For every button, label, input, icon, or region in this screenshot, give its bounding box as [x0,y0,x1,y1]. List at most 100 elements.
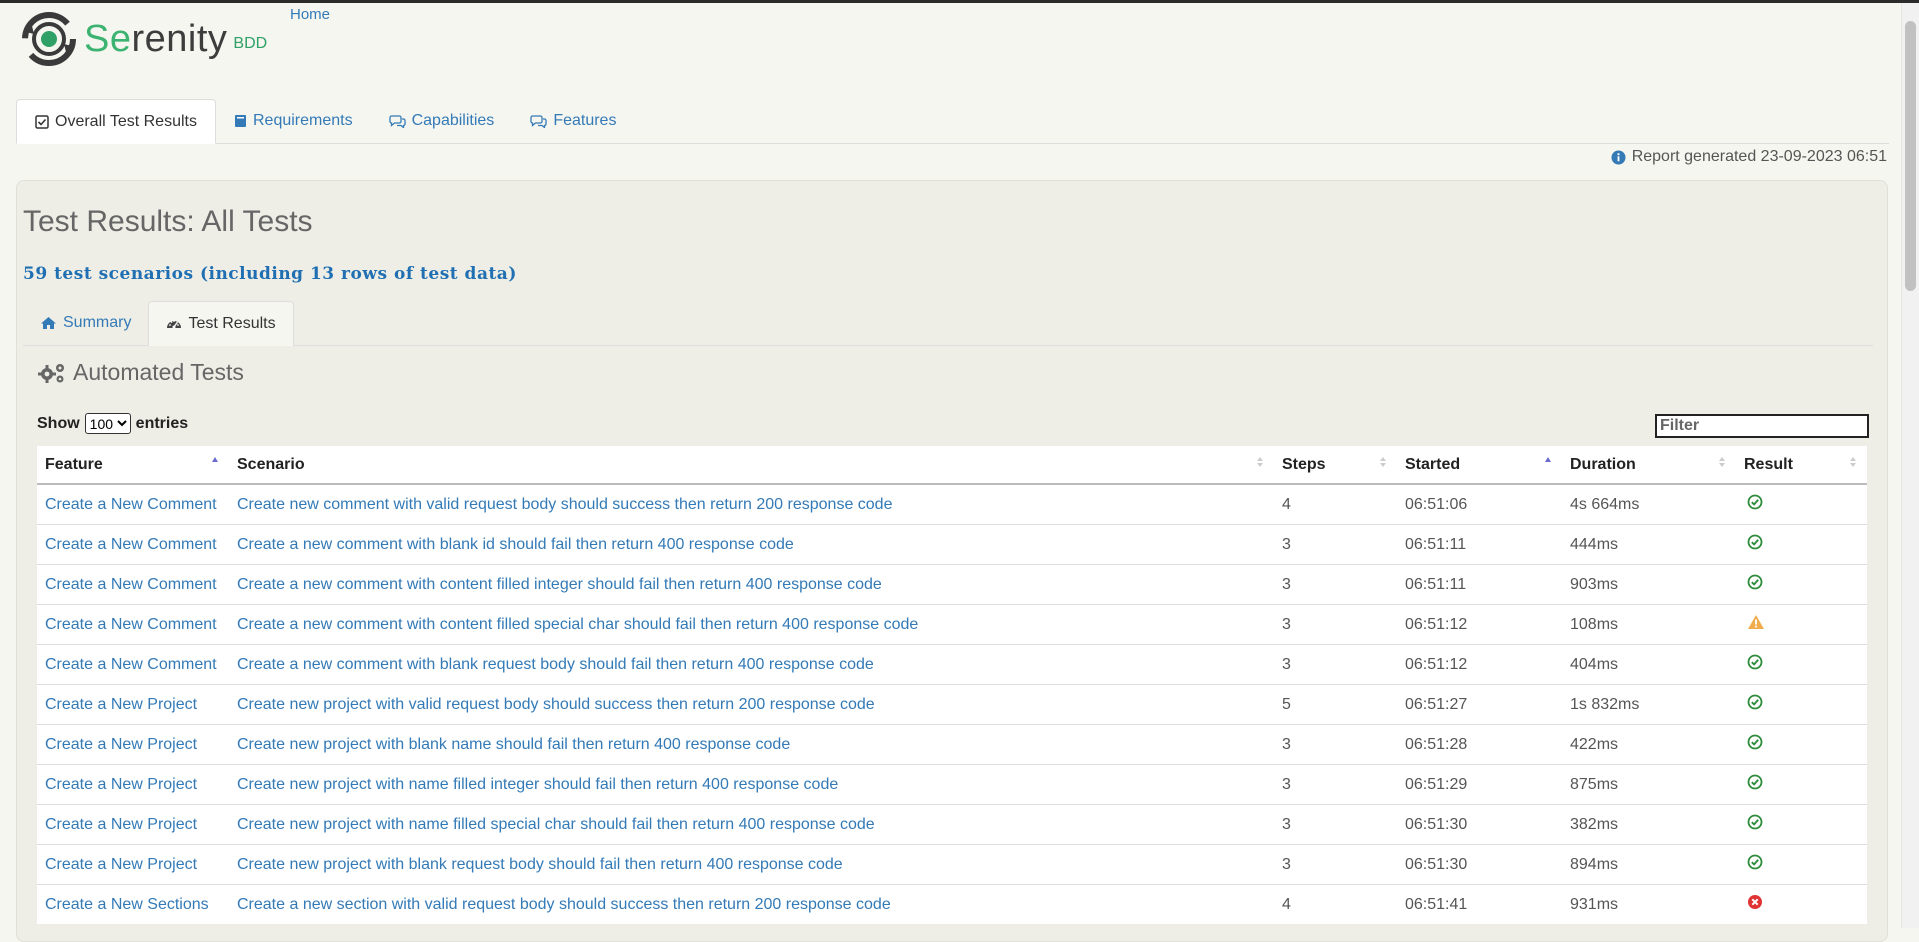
logo-suffix: BDD [233,35,268,52]
table-row: Create a New Comment Create a new comment… [37,644,1867,685]
report-generated: Report generated 23-09-2023 06:51 [1611,148,1887,166]
breadcrumb-home-link[interactable]: Home [290,6,330,23]
filter-input[interactable] [1655,414,1869,438]
result-success-icon [1747,734,1763,750]
feature-link[interactable]: Create a New Project [45,736,197,753]
cell-duration: 903ms [1562,564,1736,605]
table-row: Create a New Project Create new project w… [37,724,1867,765]
cell-scenario: Create a new comment with blank request … [229,644,1274,685]
sort-asc-icon [211,456,219,464]
cell-feature: Create a New Project [37,804,229,845]
cell-started: 06:51:28 [1397,724,1562,765]
column-header-scenario[interactable]: Scenario [229,446,1274,485]
feature-link[interactable]: Create a New Project [45,816,197,833]
tab-summary[interactable]: Summary [23,301,148,345]
cell-result [1736,684,1867,725]
scenario-link[interactable]: Create a new comment with blank id shoul… [237,536,794,553]
scenario-link[interactable]: Create a new comment with content filled… [237,576,882,593]
feature-link[interactable]: Create a New Sections [45,896,209,913]
tab-label: Capabilities [411,112,495,129]
sort-asc-icon [1544,456,1552,464]
entries-select[interactable]: 100 [84,413,131,434]
result-success-icon [1747,534,1763,550]
column-header-started[interactable]: Started [1397,446,1562,485]
tab-requirements[interactable]: Requirements [216,99,371,143]
entries-label: entries [135,414,189,432]
scenario-link[interactable]: Create a new comment with content filled… [237,616,918,633]
cell-feature: Create a New Project [37,684,229,725]
table-row: Create a New Comment Create a new comment… [37,604,1867,645]
gears-icon [37,361,67,385]
serenity-logo-icon [22,12,76,66]
scenario-link[interactable]: Create a new comment with blank request … [237,656,874,673]
scrollbar-thumb[interactable] [1905,21,1916,291]
tab-label: Test Results [188,314,276,332]
dashboard-icon [166,317,182,331]
cell-result [1736,764,1867,805]
show-entries: Show 100 entries [37,413,188,434]
scenario-link[interactable]: Create new project with valid request bo… [237,696,875,713]
feature-link[interactable]: Create a New Comment [45,496,217,513]
result-success-icon [1747,494,1763,510]
cell-steps: 3 [1274,764,1397,805]
cell-result [1736,524,1867,565]
feature-link[interactable]: Create a New Comment [45,656,217,673]
cell-scenario: Create a new comment with blank id shoul… [229,524,1274,565]
cell-duration: 1s 832ms [1562,684,1736,725]
scenario-link[interactable]: Create a new section with valid request … [237,896,891,913]
result-success-icon [1747,654,1763,670]
tab-capabilities[interactable]: Capabilities [371,99,513,143]
feature-link[interactable]: Create a New Project [45,696,197,713]
scenario-link[interactable]: Create new project with name filled spec… [237,816,875,833]
results-table-body: Create a New Comment Create new comment w… [37,484,1867,924]
tab-overall-test-results[interactable]: Overall Test Results [16,99,216,144]
tab-label: Overall Test Results [55,112,197,130]
cell-result [1736,564,1867,605]
cell-steps: 3 [1274,604,1397,645]
cell-started: 06:51:11 [1397,524,1562,565]
column-header-feature[interactable]: Feature [37,446,229,485]
cell-duration: 4s 664ms [1570,495,1640,513]
cell-duration: 444ms [1562,524,1736,565]
scenario-link[interactable]: Create new project with blank name shoul… [237,736,790,753]
page-scrollbar[interactable] [1901,3,1919,928]
cell-steps: 3 [1274,644,1397,685]
cell-steps: 3 [1274,564,1397,605]
tab-test-results[interactable]: Test Results [148,301,294,346]
main-tabs: Overall Test Results Requirements Capabi… [16,99,1889,144]
comments-icon [530,114,547,128]
cell-feature: Create a New Comment [37,644,229,685]
column-header-result[interactable]: Result [1736,446,1867,485]
cell-started: 06:51:30 [1397,804,1562,845]
show-label: Show [37,414,80,432]
tab-features[interactable]: Features [512,99,634,143]
feature-link[interactable]: Create a New Comment [45,536,217,553]
scenario-link[interactable]: Create new comment with valid request bo… [237,496,892,513]
report-generated-text: Report generated 23-09-2023 06:51 [1631,148,1887,165]
page-title: Test Results: All Tests [23,205,313,238]
cell-scenario: Create new project with valid request bo… [229,684,1274,725]
cell-result [1736,644,1867,685]
section-title-text: Automated Tests [73,359,244,385]
cell-feature: Create a New Comment [37,564,229,605]
cell-started: 06:51:06 [1405,495,1468,513]
feature-link[interactable]: Create a New Project [45,856,197,873]
results-table: Feature Scenario Steps Started Duration [37,446,1867,924]
tab-label: Summary [63,314,132,331]
cell-scenario: Create new comment with valid request bo… [229,484,1274,525]
cell-started: 06:51:12 [1397,644,1562,685]
feature-link[interactable]: Create a New Comment [45,616,217,633]
column-header-duration[interactable]: Duration [1562,446,1736,485]
feature-link[interactable]: Create a New Comment [45,576,217,593]
feature-link[interactable]: Create a New Project [45,776,197,793]
home-icon [40,316,57,330]
scenario-link[interactable]: Create new project with blank request bo… [237,856,843,873]
scenario-link[interactable]: Create new project with name filled inte… [237,776,838,793]
table-row: Create a New Project Create new project w… [37,844,1867,885]
table-row: Create a New Comment Create a new comment… [37,564,1867,605]
cell-steps: 3 [1274,524,1397,565]
info-icon [1611,150,1626,165]
table-row: Create a New Project Create new project w… [37,764,1867,805]
table-row: Create a New Project Create new project w… [37,684,1867,725]
column-header-steps[interactable]: Steps [1274,446,1397,485]
